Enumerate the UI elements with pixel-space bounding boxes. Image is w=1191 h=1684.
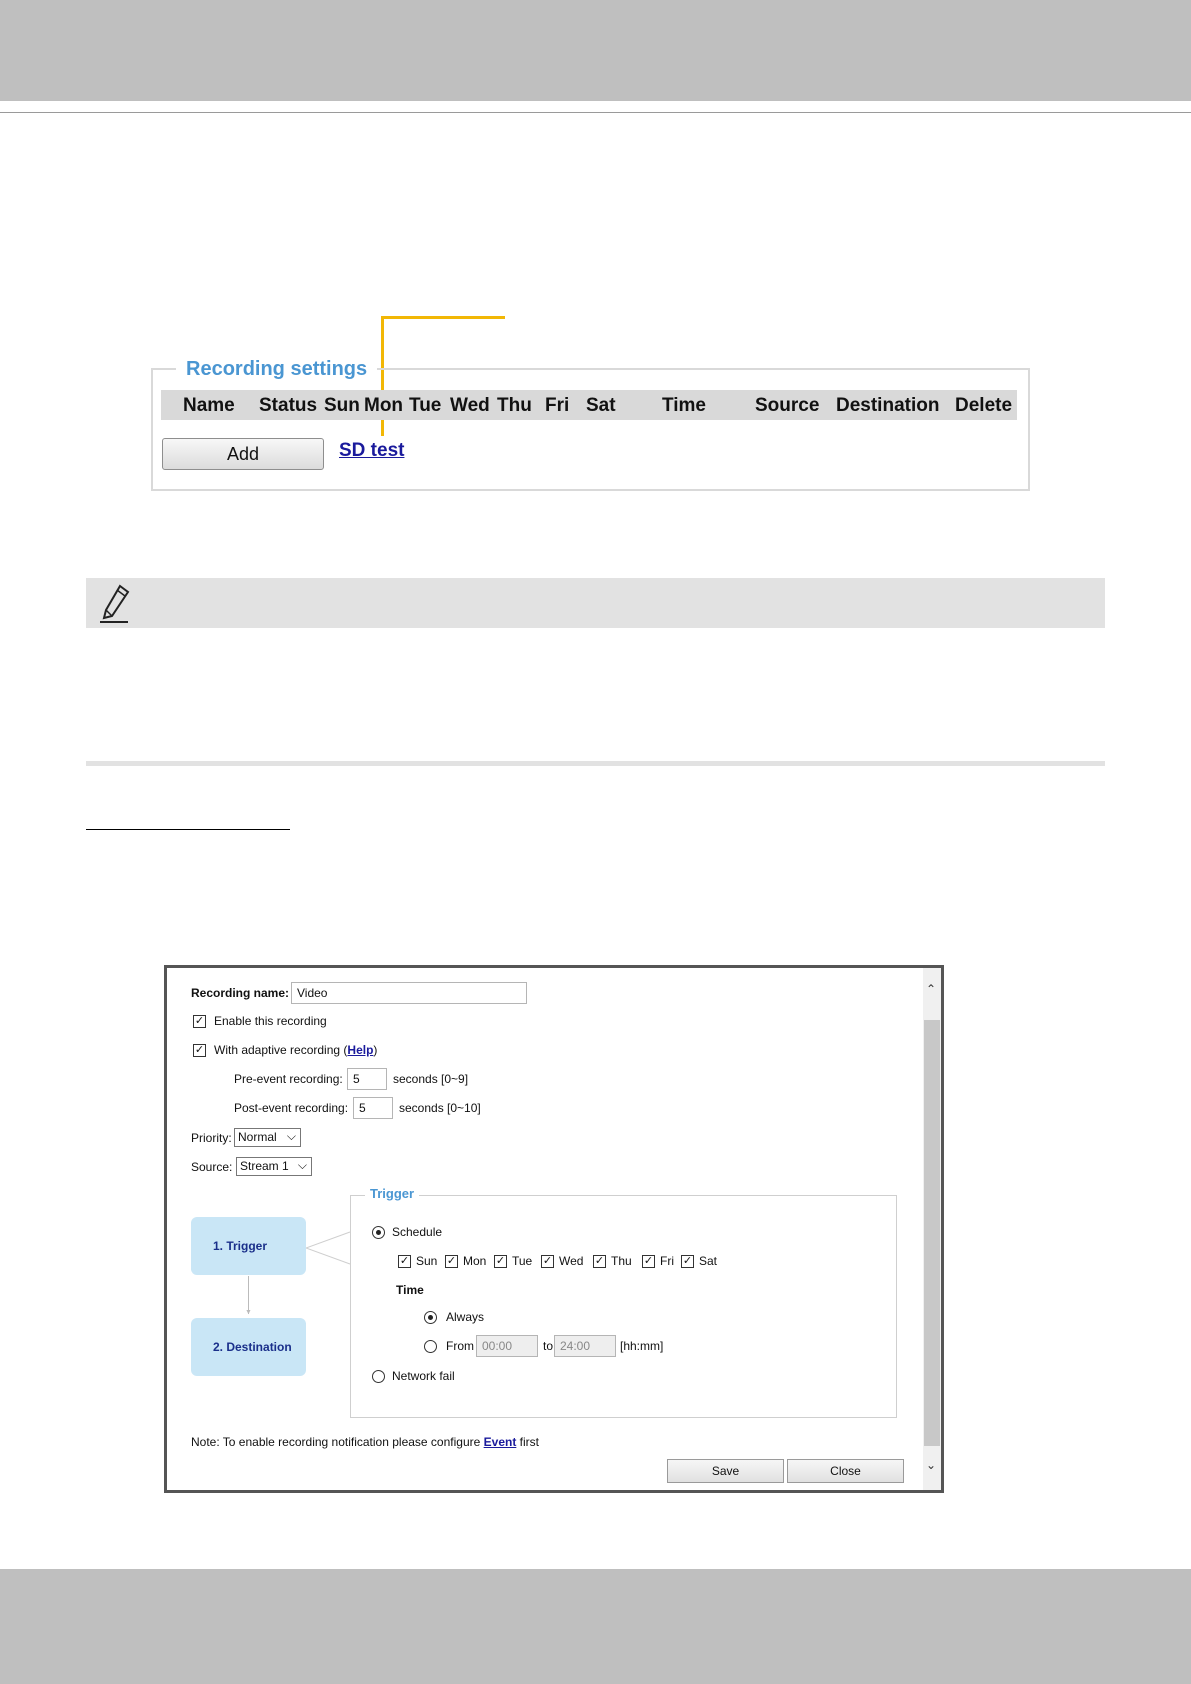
add-button[interactable]: Add: [162, 438, 324, 470]
day-checkbox-wed[interactable]: ✓: [541, 1255, 554, 1268]
column-header-delete: Delete: [955, 395, 1013, 416]
time-heading: Time: [396, 1283, 424, 1297]
always-label: Always: [446, 1310, 485, 1324]
column-header-name: Name: [183, 395, 235, 416]
column-header-sun: Sun: [324, 395, 360, 416]
network-fail-radio[interactable]: [372, 1370, 385, 1383]
recording-settings-table-header: Name Status Sun Mon Tue Wed Thu Fri Sat …: [161, 390, 1017, 420]
heading-underline: [86, 829, 290, 830]
section-divider: [86, 761, 1105, 766]
recording-name-input[interactable]: Video: [291, 982, 527, 1004]
step-trigger[interactable]: 1. Trigger: [191, 1217, 306, 1275]
day-checkbox-sat[interactable]: ✓: [681, 1255, 694, 1268]
enable-recording-checkbox[interactable]: ✓: [193, 1015, 206, 1028]
adaptive-recording-label: With adaptive recording (Help): [214, 1043, 378, 1057]
page-header-band: [0, 0, 1191, 101]
scrollbar[interactable]: ⌃ ⌄: [923, 968, 941, 1490]
day-label-sun: Sun: [416, 1254, 438, 1268]
day-label-tue: Tue: [512, 1254, 533, 1268]
schedule-label: Schedule: [392, 1225, 443, 1239]
post-event-label: Post-event recording:: [234, 1101, 349, 1115]
pencil-icon: [100, 584, 130, 623]
to-label: to: [543, 1339, 554, 1353]
from-time-input[interactable]: 00:00: [476, 1335, 538, 1357]
chevron-down-icon: ⌵: [297, 1158, 307, 1172]
column-header-mon: Mon: [364, 395, 404, 416]
note-bar: [86, 578, 1105, 628]
chevron-down-icon: ⌵: [286, 1129, 296, 1143]
enable-recording-label: Enable this recording: [214, 1014, 327, 1028]
day-label-thu: Thu: [611, 1254, 632, 1268]
to-time-input[interactable]: 24:00: [554, 1335, 616, 1357]
callout-line: [381, 316, 505, 319]
post-event-unit: seconds [0~10]: [399, 1101, 481, 1115]
notification-note: Note: To enable recording notification p…: [191, 1435, 539, 1449]
pre-event-label: Pre-event recording:: [234, 1072, 343, 1086]
column-header-destination: Destination: [836, 395, 940, 416]
scrollbar-thumb[interactable]: [924, 1020, 940, 1446]
step-destination[interactable]: 2. Destination: [191, 1318, 306, 1376]
day-checkbox-tue[interactable]: ✓: [494, 1255, 507, 1268]
column-header-time: Time: [662, 395, 707, 416]
source-select[interactable]: Stream 1 ⌵: [236, 1157, 312, 1176]
recording-name-label: Recording name:: [191, 986, 290, 1000]
step-pointer: [306, 1231, 351, 1265]
pre-event-unit: seconds [0~9]: [393, 1072, 469, 1086]
close-button[interactable]: Close: [787, 1459, 904, 1483]
header-divider: [0, 112, 1191, 113]
day-checkbox-fri[interactable]: ✓: [642, 1255, 655, 1268]
time-format-hint: [hh:mm]: [620, 1339, 664, 1353]
column-header-tue: Tue: [409, 395, 442, 416]
recording-settings-panel: [151, 368, 1030, 491]
priority-label: Priority:: [191, 1131, 232, 1145]
column-header-status: Status: [259, 395, 318, 416]
pre-event-input[interactable]: 5: [347, 1068, 387, 1090]
always-radio[interactable]: [424, 1311, 437, 1324]
event-link[interactable]: Event: [484, 1435, 517, 1449]
column-header-sat: Sat: [586, 395, 616, 416]
recording-entry-link[interactable]: SD test: [339, 440, 404, 462]
chevron-up-icon[interactable]: ⌃: [926, 982, 936, 996]
column-header-wed: Wed: [450, 395, 490, 416]
column-header-fri: Fri: [545, 395, 570, 416]
save-button[interactable]: Save: [667, 1459, 784, 1483]
day-checkbox-thu[interactable]: ✓: [593, 1255, 606, 1268]
recording-dialog: Recording name: Video ✓ Enable this reco…: [164, 965, 944, 1493]
page-footer-band: [0, 1569, 1191, 1684]
chevron-down-icon[interactable]: ⌄: [926, 1458, 936, 1472]
day-label-wed: Wed: [559, 1254, 584, 1268]
day-label-fri: Fri: [660, 1254, 674, 1268]
recording-settings-title: Recording settings: [176, 358, 378, 381]
priority-select[interactable]: Normal ⌵: [234, 1128, 301, 1147]
network-fail-label: Network fail: [392, 1369, 455, 1383]
from-label: From: [446, 1339, 474, 1353]
schedule-radio[interactable]: [372, 1226, 385, 1239]
from-radio[interactable]: [424, 1340, 437, 1353]
column-header-thu: Thu: [497, 395, 532, 416]
day-label-mon: Mon: [463, 1254, 487, 1268]
source-label: Source:: [191, 1160, 233, 1174]
adaptive-recording-checkbox[interactable]: ✓: [193, 1044, 206, 1057]
day-checkbox-mon[interactable]: ✓: [445, 1255, 458, 1268]
day-checkbox-sun[interactable]: ✓: [398, 1255, 411, 1268]
column-header-source: Source: [755, 395, 820, 416]
day-label-sat: Sat: [699, 1254, 718, 1268]
arrow-down-icon: ▼: [245, 1309, 252, 1316]
help-link[interactable]: Help: [347, 1043, 373, 1057]
trigger-legend: Trigger: [365, 1186, 420, 1201]
post-event-input[interactable]: 5: [353, 1097, 393, 1119]
